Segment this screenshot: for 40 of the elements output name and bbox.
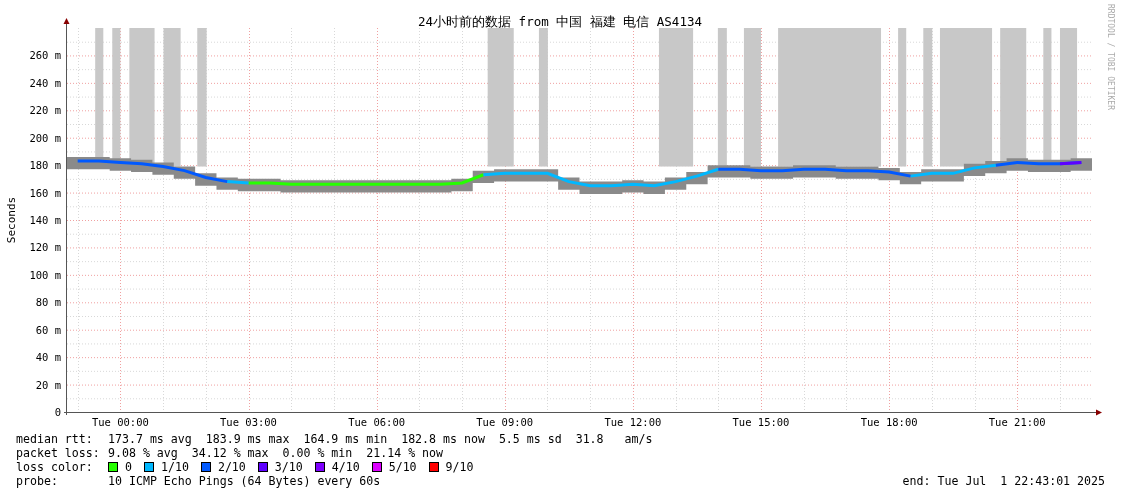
tick-label: 220 m xyxy=(29,104,61,117)
tick-label: 0 xyxy=(54,406,61,418)
tick-label: 60 m xyxy=(35,323,61,336)
tick-label: Tue 09:00 xyxy=(476,416,534,428)
tick-label: 80 m xyxy=(35,296,61,309)
legend-text: 2/10 xyxy=(217,460,246,474)
legend-text: 9.08 % avg 34.12 % max 0.00 % min 21.14 % now xyxy=(108,446,444,460)
tick-label: 200 m xyxy=(29,131,61,144)
tick-label: 140 m xyxy=(29,214,61,226)
tick-label: Tue 15:00 xyxy=(732,416,790,428)
legend-text: 3/10 xyxy=(274,460,303,474)
axis-label: Seconds xyxy=(5,196,18,244)
legend-text: 173.7 ms avg 183.9 ms max 164.9 ms min 182.8 ms now 5.5 ms sd 31.8 am/s xyxy=(108,432,653,446)
tick-label: Tue 00:00 xyxy=(91,416,149,428)
legend-label: packet loss: xyxy=(16,446,101,460)
tick-label: Tue 03:00 xyxy=(220,416,277,428)
tick-label: Tue 18:00 xyxy=(860,416,918,428)
legend-label: probe: xyxy=(16,474,59,488)
tick-label: 180 m xyxy=(29,159,61,172)
tick-label: Tue 21:00 xyxy=(988,416,1046,428)
legend-label: loss color: xyxy=(16,460,94,474)
tick-label: 160 m xyxy=(29,186,61,199)
tick-label: Tue 06:00 xyxy=(348,416,406,428)
end-time: end: Tue Jul 1 22:43:01 2025 xyxy=(902,474,1105,488)
credit-text: RRDTOOL / TOBI OETIKER xyxy=(1106,4,1115,110)
tick-label: 40 m xyxy=(35,351,61,364)
tick-label: Tue 12:00 xyxy=(604,416,662,428)
graph-title: 24小时前的数据 from 中国 福建 电信 AS4134 xyxy=(418,14,702,29)
legend-text: 10 ICMP Echo Pings (64 Bytes) every 60s xyxy=(108,474,381,488)
tick-label: 20 m xyxy=(35,378,61,391)
legend-text: 4/10 xyxy=(331,460,360,474)
legend-text: 1/10 xyxy=(161,460,189,474)
tick-label: 260 m xyxy=(29,49,61,62)
legend-text: 0 xyxy=(125,460,132,474)
legend-text: 9/10 xyxy=(445,460,474,474)
legend-text: 5/10 xyxy=(388,460,417,474)
tick-label: 120 m xyxy=(29,241,61,254)
tick-label: 240 m xyxy=(29,76,61,89)
tick-label: 100 m xyxy=(29,268,61,281)
legend-label: median rtt: xyxy=(16,432,94,446)
